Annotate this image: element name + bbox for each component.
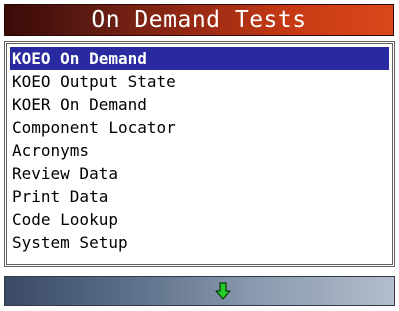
screen-title: On Demand Tests: [91, 7, 307, 33]
menu-item-koer-on-demand[interactable]: KOER On Demand: [10, 93, 389, 116]
scroll-down-arrow-icon[interactable]: [215, 282, 231, 300]
menu-frame: KOEO On Demand KOEO Output State KOER On…: [4, 41, 395, 267]
menu-item-review-data[interactable]: Review Data: [10, 162, 389, 185]
menu-item-koeo-output-state[interactable]: KOEO Output State: [10, 70, 389, 93]
menu-item-component-locator[interactable]: Component Locator: [10, 116, 389, 139]
status-bar: [4, 276, 395, 306]
menu-item-acronyms[interactable]: Acronyms: [10, 139, 389, 162]
menu-item-koeo-on-demand[interactable]: KOEO On Demand: [10, 47, 389, 70]
menu-item-system-setup[interactable]: System Setup: [10, 231, 389, 254]
menu-item-print-data[interactable]: Print Data: [10, 185, 389, 208]
menu-item-code-lookup[interactable]: Code Lookup: [10, 208, 389, 231]
scan-tool-screen: On Demand Tests KOEO On Demand KOEO Outp…: [0, 0, 399, 311]
menu-list: KOEO On Demand KOEO Output State KOER On…: [10, 47, 389, 254]
title-bar: On Demand Tests: [4, 4, 394, 36]
